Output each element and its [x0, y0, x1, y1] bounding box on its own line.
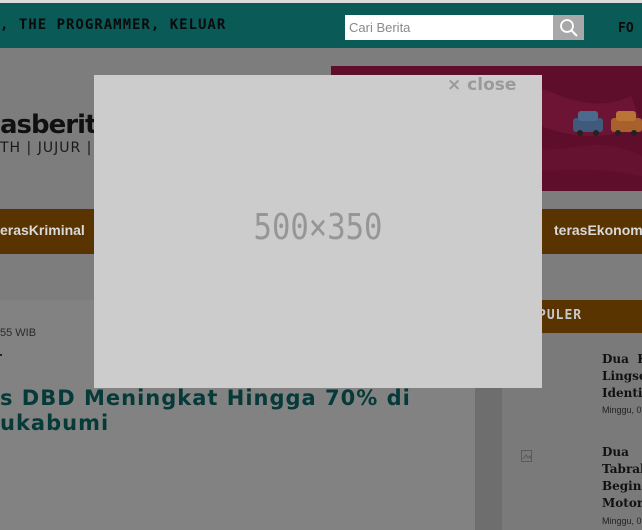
popup-ad-modal: × close 500×350: [94, 75, 542, 388]
ad-placeholder[interactable]: 500×350: [128, 207, 509, 248]
modal-overlay: × close 500×350: [0, 0, 642, 530]
close-button[interactable]: × close: [447, 75, 516, 95]
